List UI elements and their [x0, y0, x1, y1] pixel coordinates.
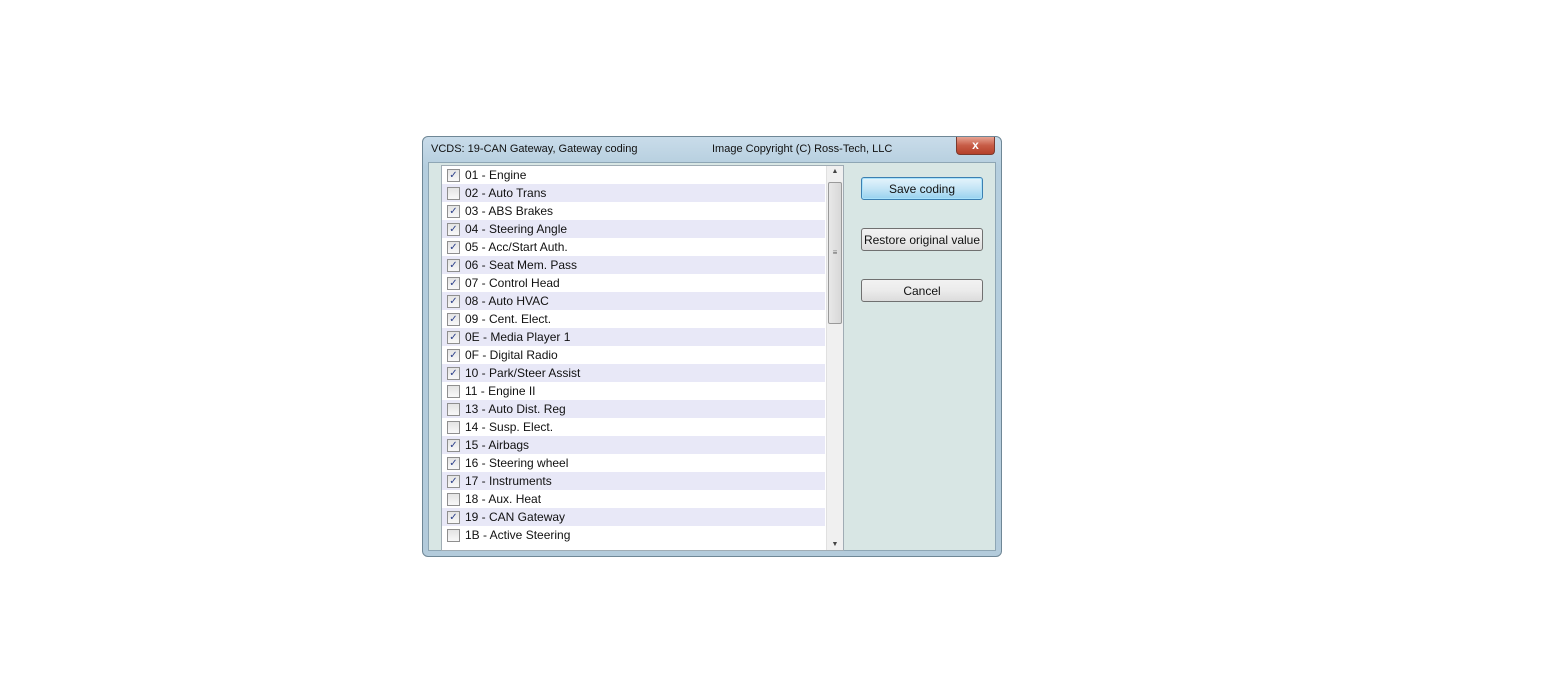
- list-item[interactable]: ✓ 07 - Control Head: [442, 274, 825, 292]
- list-item[interactable]: ✓ 16 - Steering wheel: [442, 454, 825, 472]
- checkbox[interactable]: ✓: [447, 276, 460, 290]
- item-label: 10 - Park/Steer Assist: [465, 366, 581, 380]
- checkbox[interactable]: ✓: [447, 456, 460, 470]
- item-label: 14 - Susp. Elect.: [465, 420, 554, 434]
- list-item[interactable]: 18 - Aux. Heat: [442, 490, 825, 508]
- list-item[interactable]: ✓ 09 - Cent. Elect.: [442, 310, 825, 328]
- list-item[interactable]: ✓ 03 - ABS Brakes: [442, 202, 825, 220]
- checkbox[interactable]: [447, 528, 460, 542]
- checkbox[interactable]: [447, 420, 460, 434]
- item-label: 07 - Control Head: [465, 276, 560, 290]
- item-label: 17 - Instruments: [465, 474, 552, 488]
- save-coding-button[interactable]: Save coding: [861, 177, 983, 200]
- dialog-client: ✓ 01 - Engine 02 - Auto Trans ✓ 03 - ABS Bra…: [428, 162, 996, 551]
- item-label: 08 - Auto HVAC: [465, 294, 549, 308]
- list-item[interactable]: ✓ 10 - Park/Steer Assist: [442, 364, 825, 382]
- item-label: 04 - Steering Angle: [465, 222, 568, 236]
- checkbox[interactable]: ✓: [447, 204, 460, 218]
- item-label: 06 - Seat Mem. Pass: [465, 258, 578, 272]
- list-item[interactable]: ✓ 15 - Airbags: [442, 436, 825, 454]
- item-label: 1B - Active Steering: [465, 528, 571, 542]
- checkbox[interactable]: ✓: [447, 366, 460, 380]
- item-label: 0F - Digital Radio: [465, 348, 558, 362]
- item-label: 0E - Media Player 1: [465, 330, 571, 344]
- item-label: 01 - Engine: [465, 168, 527, 182]
- copyright-text: Image Copyright (C) Ross-Tech, LLC: [712, 143, 893, 155]
- scroll-down-icon[interactable]: ▼: [827, 541, 843, 548]
- list-item[interactable]: ✓ 08 - Auto HVAC: [442, 292, 825, 310]
- restore-original-button[interactable]: Restore original value: [861, 228, 983, 251]
- checkbox[interactable]: [447, 384, 460, 398]
- checkbox[interactable]: ✓: [447, 312, 460, 326]
- list-item[interactable]: 11 - Engine II: [442, 382, 825, 400]
- checkbox[interactable]: ✓: [447, 330, 460, 344]
- item-label: 09 - Cent. Elect.: [465, 312, 552, 326]
- list-item[interactable]: ✓ 01 - Engine: [442, 166, 825, 184]
- item-label: 13 - Auto Dist. Reg: [465, 402, 566, 416]
- item-label: 05 - Acc/Start Auth.: [465, 240, 568, 254]
- window-title: VCDS: 19-CAN Gateway, Gateway coding: [431, 143, 638, 155]
- scroll-thumb[interactable]: ≡: [828, 182, 842, 324]
- item-label: 16 - Steering wheel: [465, 456, 569, 470]
- list-item[interactable]: 1B - Active Steering: [442, 526, 825, 544]
- checkbox[interactable]: ✓: [447, 294, 460, 308]
- coding-dialog: VCDS: 19-CAN Gateway, Gateway coding Ima…: [422, 136, 1002, 557]
- list-item[interactable]: 02 - Auto Trans: [442, 184, 825, 202]
- item-label: 19 - CAN Gateway: [465, 510, 566, 524]
- checkbox[interactable]: ✓: [447, 438, 460, 452]
- list-item[interactable]: 14 - Susp. Elect.: [442, 418, 825, 436]
- list-item[interactable]: ✓ 0E - Media Player 1: [442, 328, 825, 346]
- checkbox[interactable]: ✓: [447, 474, 460, 488]
- checkbox[interactable]: ✓: [447, 222, 460, 236]
- scrollbar[interactable]: ▲ ≡ ▼: [826, 166, 843, 550]
- item-label: 18 - Aux. Heat: [465, 492, 542, 506]
- checkbox[interactable]: ✓: [447, 258, 460, 272]
- checkbox[interactable]: ✓: [447, 168, 460, 182]
- list-item[interactable]: 13 - Auto Dist. Reg: [442, 400, 825, 418]
- module-checklist: ✓ 01 - Engine 02 - Auto Trans ✓ 03 - ABS Bra…: [441, 165, 844, 551]
- item-label: 03 - ABS Brakes: [465, 204, 554, 218]
- list-item[interactable]: ✓ 05 - Acc/Start Auth.: [442, 238, 825, 256]
- close-button[interactable]: x: [956, 137, 995, 155]
- item-label: 11 - Engine II: [465, 384, 536, 398]
- checkbox[interactable]: ✓: [447, 240, 460, 254]
- list-item[interactable]: ✓ 17 - Instruments: [442, 472, 825, 490]
- list-item[interactable]: ✓ 19 - CAN Gateway: [442, 508, 825, 526]
- cancel-button[interactable]: Cancel: [861, 279, 983, 302]
- list-item[interactable]: ✓ 0F - Digital Radio: [442, 346, 825, 364]
- list-item[interactable]: ✓ 06 - Seat Mem. Pass: [442, 256, 825, 274]
- checkbox[interactable]: ✓: [447, 348, 460, 362]
- checkbox[interactable]: [447, 492, 460, 506]
- scroll-up-icon[interactable]: ▲: [827, 168, 843, 175]
- item-label: 15 - Airbags: [465, 438, 530, 452]
- checkbox[interactable]: [447, 186, 460, 200]
- list-item[interactable]: ✓ 04 - Steering Angle: [442, 220, 825, 238]
- item-label: 02 - Auto Trans: [465, 186, 547, 200]
- checkbox[interactable]: ✓: [447, 510, 460, 524]
- checkbox[interactable]: [447, 402, 460, 416]
